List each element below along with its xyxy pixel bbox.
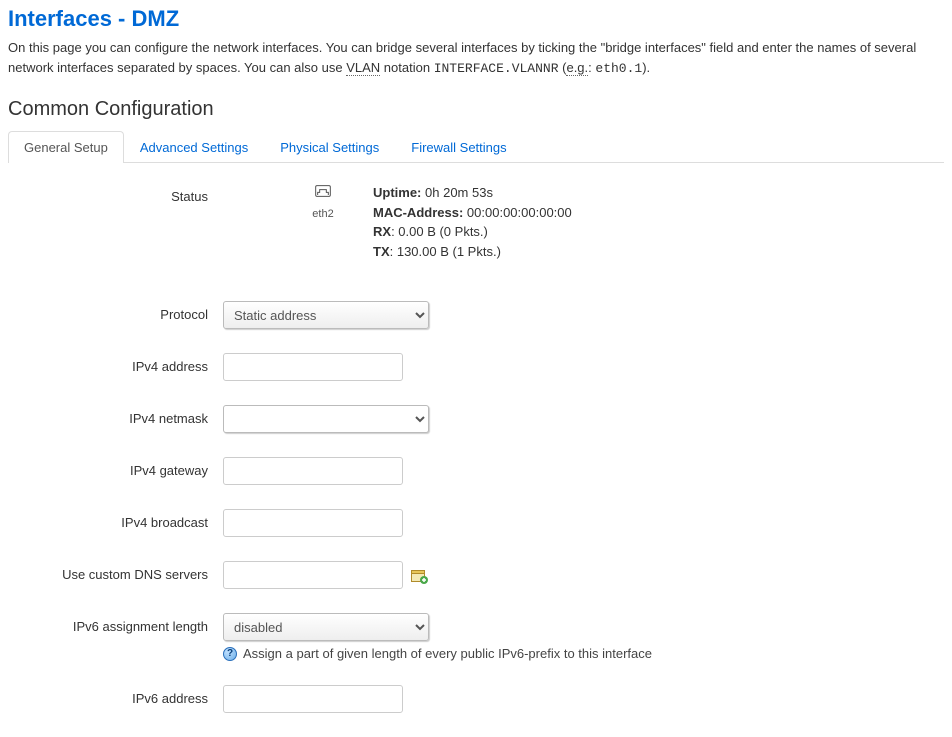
dns-input[interactable] <box>223 561 403 589</box>
notation-code: INTERFACE.VLANNR <box>434 61 559 76</box>
ipv4-gateway-label: IPv4 gateway <box>8 457 223 478</box>
protocol-label: Protocol <box>8 301 223 322</box>
ipv6-assign-hint: Assign a part of given length of every p… <box>243 646 652 661</box>
ipv4-broadcast-label: IPv4 broadcast <box>8 509 223 530</box>
rx-line: RX: 0.00 B (0 Pkts.) <box>373 222 572 242</box>
page-title: Interfaces - DMZ <box>8 6 944 32</box>
mac-line: MAC-Address: 00:00:00:00:00:00 <box>373 203 572 223</box>
vlan-abbr: VLAN <box>346 60 380 76</box>
ipv4-address-label: IPv4 address <box>8 353 223 374</box>
tab-advanced-settings[interactable]: Advanced Settings <box>124 131 264 163</box>
tab-physical-settings[interactable]: Physical Settings <box>264 131 395 163</box>
ipv4-netmask-label: IPv4 netmask <box>8 405 223 426</box>
status-label: Status <box>8 183 223 204</box>
interface-name: eth2 <box>303 208 343 220</box>
ipv4-broadcast-input[interactable] <box>223 509 403 537</box>
add-entry-icon[interactable] <box>411 568 429 584</box>
ipv6-address-input[interactable] <box>223 685 403 713</box>
ipv4-netmask-select[interactable] <box>223 405 429 433</box>
tab-general-setup[interactable]: General Setup <box>8 131 124 163</box>
ipv4-address-input[interactable] <box>223 353 403 381</box>
ipv6-assign-label: IPv6 assignment length <box>8 613 223 634</box>
uptime-line: Uptime: 0h 20m 53s <box>373 183 572 203</box>
tx-line: TX: 130.00 B (1 Pkts.) <box>373 242 572 262</box>
eg-value: eth0.1 <box>595 61 642 76</box>
eg-abbr: e.g. <box>566 60 588 76</box>
info-icon: ? <box>223 647 237 661</box>
desc-text: notation <box>380 60 434 75</box>
ethernet-icon <box>315 183 331 202</box>
ipv6-assign-select[interactable]: disabled <box>223 613 429 641</box>
protocol-select[interactable]: Static address <box>223 301 429 329</box>
tab-firewall-settings[interactable]: Firewall Settings <box>395 131 522 163</box>
tab-bar: General Setup Advanced Settings Physical… <box>8 131 944 163</box>
dns-label: Use custom DNS servers <box>8 561 223 582</box>
ipv4-gateway-input[interactable] <box>223 457 403 485</box>
section-title: Common Configuration <box>8 98 944 121</box>
desc-text: ). <box>642 60 650 75</box>
ipv6-address-label: IPv6 address <box>8 685 223 706</box>
page-description: On this page you can configure the netwo… <box>8 38 944 78</box>
